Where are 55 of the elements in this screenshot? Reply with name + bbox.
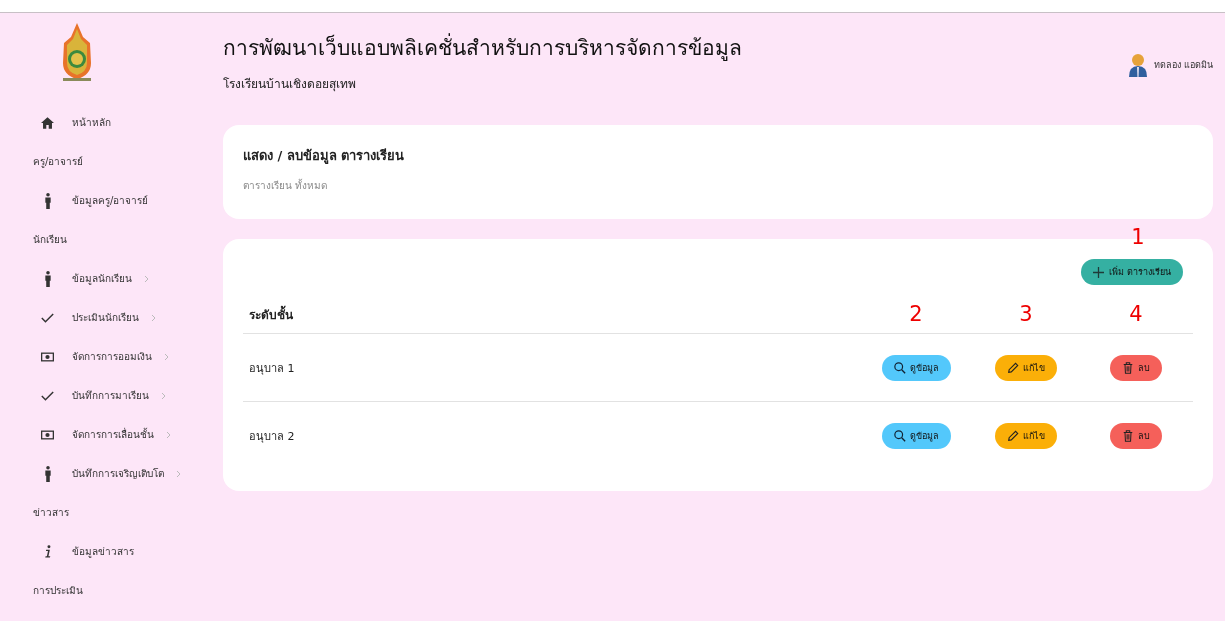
section-heading: ครู/อาจารย์ (33, 155, 85, 169)
search-icon (893, 361, 906, 374)
table-cell-text: อนุบาล 1 (248, 360, 296, 377)
pencil-icon (1007, 361, 1019, 374)
sidebar-item[interactable]: ข้อมูลครู/อาจารย์ (72, 193, 149, 208)
trash-icon (1122, 361, 1134, 374)
section-heading: ข่าวสาร (33, 506, 70, 520)
view-button[interactable]: ดูข้อมูล (881, 422, 951, 449)
search-icon (893, 429, 906, 442)
card-subtitle: ตารางเรียน ทั้งหมด (243, 178, 329, 193)
person-icon (44, 465, 52, 482)
annotation-number: 4 (1129, 302, 1143, 326)
check-icon (41, 311, 54, 324)
chevron-icon (176, 469, 181, 478)
sidebar-item[interactable]: หน้าหลัก (72, 115, 111, 130)
sidebar-item[interactable]: จัดการการออมเงิน (72, 349, 152, 364)
home-icon (41, 116, 54, 129)
person-icon (44, 192, 52, 209)
section-heading: การประเมิน (33, 584, 84, 598)
banknote-icon (41, 350, 54, 363)
chevron-icon (164, 352, 169, 361)
column-header: ระดับชั้น (248, 304, 294, 324)
edit-button[interactable]: แก้ไข (995, 422, 1057, 449)
view-button[interactable]: ดูข้อมูล (881, 354, 951, 381)
school-name: โรงเรียนบ้านเชิงดอยสุเทพ (223, 76, 357, 93)
table-cell-text: อนุบาล 2 (248, 428, 296, 445)
sidebar-item[interactable]: จัดการการเลื่อนชั้น (72, 427, 154, 442)
trash-icon (1122, 429, 1134, 442)
card-title: แสดง / ลบข้อมูล ตารางเรียน (243, 147, 406, 166)
check-icon (41, 389, 54, 402)
chevron-icon (161, 391, 166, 400)
edit-button[interactable]: แก้ไข (995, 354, 1057, 381)
pencil-icon (1007, 429, 1019, 442)
chevron-icon (166, 430, 171, 439)
sidebar-item[interactable]: บันทึกการเจริญเติบโต (72, 466, 164, 481)
sidebar-item[interactable]: ประเมินนักเรียน (72, 310, 139, 325)
sidebar-item[interactable]: บันทึกการมาเรียน (72, 388, 149, 403)
section-heading: นักเรียน (33, 233, 68, 247)
annotation-number: 2 (909, 302, 923, 326)
chevron-icon (144, 274, 149, 283)
sidebar-item[interactable]: ข้อมูลนักเรียน (72, 271, 132, 286)
plus-icon (1093, 266, 1105, 278)
add-button[interactable]: เพิ่ม ตารางเรียน (1081, 259, 1183, 285)
chevron-icon (151, 313, 156, 322)
banknote-icon (41, 428, 54, 441)
page-title: การพัฒนาเว็บแอบพลิเคชั่นสำหรับการบริหารจัดการข้อมูล (223, 31, 742, 64)
sidebar-item[interactable]: ข้อมูลข่าวสาร (72, 544, 134, 559)
user-name[interactable]: ทดลอง แอดมิน (1154, 58, 1213, 72)
delete-button[interactable]: ลบ (1110, 354, 1162, 381)
annotation-number: 1 (1131, 225, 1145, 249)
delete-button[interactable]: ลบ (1110, 422, 1162, 449)
user-avatar-icon (1128, 53, 1149, 77)
annotation-number: 3 (1019, 302, 1033, 326)
info-icon (44, 545, 52, 558)
person-icon (44, 270, 52, 287)
